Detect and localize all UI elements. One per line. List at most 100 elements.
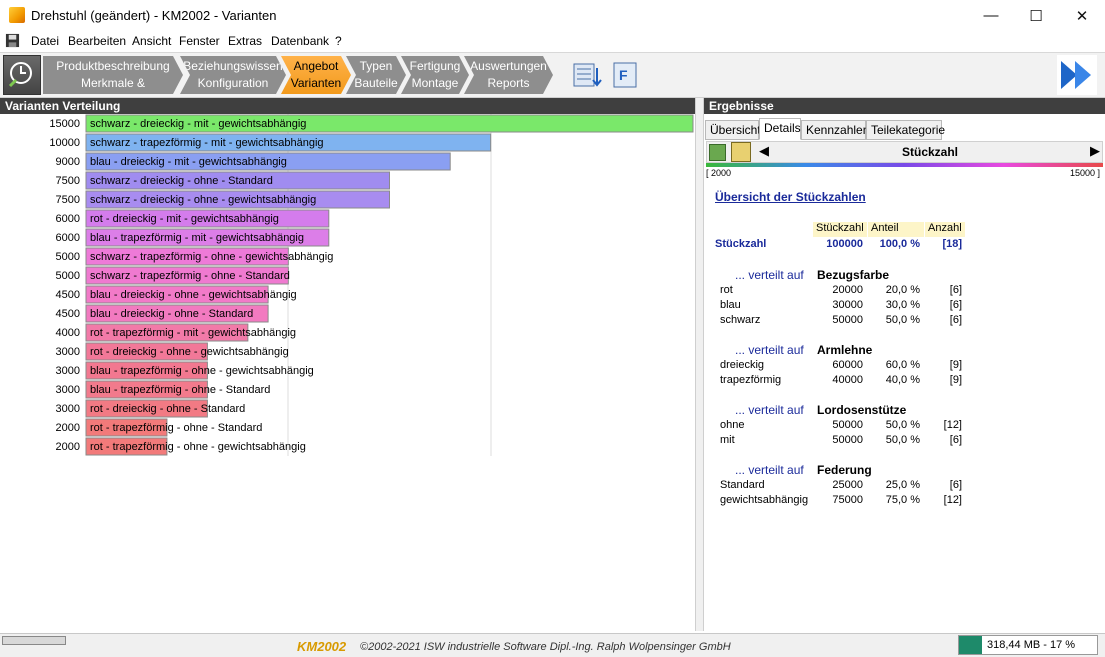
list-export-icon[interactable]: [572, 60, 602, 90]
tab-kennzahlen[interactable]: Kennzahlen: [801, 120, 869, 140]
group-row-count: 40000: [832, 374, 863, 386]
next-metric-icon[interactable]: ▶: [1090, 143, 1100, 159]
bar-value-label: 2000: [56, 441, 80, 453]
group-row-n: [12]: [943, 419, 962, 431]
col-header-stueckzahl: Stückzahl: [813, 222, 867, 237]
bar-value-label: 3000: [56, 365, 80, 377]
document-settings-icon[interactable]: F: [611, 60, 641, 90]
group-row-share: 30,0 %: [885, 299, 920, 311]
bar-category-label: blau - dreieckig - ohne - gewichtsabhäng…: [90, 289, 297, 301]
menu-datei[interactable]: Datei: [31, 34, 59, 48]
bar-value-label: 10000: [49, 137, 80, 149]
bar-value-label: 6000: [56, 213, 80, 225]
bar-category-label: blau - dreieckig - mit - gewichtsabhängi…: [90, 156, 287, 168]
bar-category-label: schwarz - dreieckig - ohne - Standard: [90, 175, 273, 187]
next-step-icon[interactable]: [1057, 55, 1097, 95]
group-row-label: mit: [720, 434, 735, 446]
col-header-anteil: Anteil: [868, 222, 924, 237]
bar-value-label: 5000: [56, 251, 80, 263]
memory-text: 318,44 MB - 17 %: [987, 639, 1076, 651]
group-row-label: rot: [720, 284, 733, 296]
panel-splitter[interactable]: [695, 98, 704, 631]
group-row-share: 50,0 %: [885, 419, 920, 431]
group-row-n: [9]: [949, 374, 962, 386]
menu-extras[interactable]: Extras: [228, 34, 262, 48]
clock-icon[interactable]: [3, 55, 41, 95]
total-share: 100,0 %: [879, 238, 920, 250]
group-row-n: [6]: [949, 284, 962, 296]
app-icon: [9, 7, 25, 23]
tab-uebersicht[interactable]: Übersicht: [705, 120, 761, 140]
group-row-label: gewichtsabhängig: [720, 494, 809, 506]
color-scale-icon[interactable]: [731, 142, 751, 162]
group-name: Armlehne: [817, 343, 873, 357]
group-row-label: ohne: [720, 419, 745, 431]
bar-category-label: blau - dreieckig - ohne - Standard: [90, 308, 253, 320]
menu-datenbank[interactable]: Datenbank: [271, 34, 329, 48]
group-row-label: blau: [720, 299, 741, 311]
step-fertigung[interactable]: Fertigung Montage: [401, 56, 469, 94]
step-sublabel: Bauteile: [354, 76, 398, 90]
menu-fenster[interactable]: Fenster: [179, 34, 220, 48]
bar-category-label: blau - trapezförmig - ohne - gewichtsabh…: [90, 365, 314, 377]
group-row-share: 60,0 %: [885, 359, 920, 371]
bar-value-label: 15000: [49, 118, 80, 130]
tab-details[interactable]: Details: [759, 118, 801, 140]
menu-bearbeiten[interactable]: Bearbeiten: [68, 34, 126, 48]
copyright-text: ©2002-2021 ISW industrielle Software Dip…: [360, 641, 731, 653]
group-row-n: [9]: [949, 359, 962, 371]
step-angebot[interactable]: Angebot Varianten: [281, 56, 351, 94]
step-auswertungen[interactable]: Auswertungen Reports: [464, 56, 553, 94]
step-label: Auswertungen: [470, 59, 547, 73]
svg-text:F: F: [619, 67, 628, 83]
group-row-count: 20000: [832, 284, 863, 296]
horizontal-scrollbar[interactable]: [2, 636, 66, 645]
brand-logo: KM2002: [297, 639, 347, 654]
bar-category-label: schwarz - trapezförmig - mit - gewichtsa…: [90, 137, 324, 149]
group-row-share: 40,0 %: [885, 374, 920, 386]
menu-help[interactable]: ?: [335, 34, 342, 48]
total-count: 100000: [826, 238, 863, 250]
minimize-button[interactable]: —: [968, 0, 1014, 31]
memory-fill: [959, 636, 982, 654]
prev-metric-icon[interactable]: ◀: [759, 143, 769, 159]
export-green-icon[interactable]: [709, 144, 726, 161]
bar-value-label: 4500: [56, 289, 80, 301]
distribution-prefix: ... verteilt auf: [735, 403, 804, 417]
distribution-prefix: ... verteilt auf: [735, 463, 804, 477]
group-row-count: 50000: [832, 314, 863, 326]
step-label: Beziehungswissen: [183, 59, 283, 73]
variants-panel-title: Varianten Verteilung: [0, 98, 695, 114]
step-label: Typen: [359, 59, 393, 73]
step-produktbeschreibung[interactable]: ProduktbeschreibungMerkmale & Ausprägung…: [43, 56, 183, 94]
menu-ansicht[interactable]: Ansicht: [132, 34, 171, 48]
group-row-share: 50,0 %: [885, 314, 920, 326]
group-row-label: dreieckig: [720, 359, 765, 371]
close-button[interactable]: ✕: [1059, 0, 1105, 31]
bar-value-label: 3000: [56, 384, 80, 396]
bar-category-label: rot - trapezförmig - mit - gewichtsabhän…: [90, 327, 296, 339]
step-label: Angebot: [293, 59, 339, 73]
group-row-count: 75000: [832, 494, 863, 506]
maximize-button[interactable]: ☐: [1013, 0, 1059, 31]
group-row-n: [6]: [949, 314, 962, 326]
group-row-count: 50000: [832, 434, 863, 446]
group-row-n: [6]: [949, 299, 962, 311]
results-heading[interactable]: Übersicht der Stückzahlen: [715, 190, 866, 204]
bar-value-label: 4000: [56, 327, 80, 339]
scale-max: 15000 ]: [1070, 168, 1101, 178]
step-sublabel: Montage: [411, 76, 459, 90]
group-row-share: 75,0 %: [885, 494, 920, 506]
group-row-n: [6]: [949, 434, 962, 446]
bar-value-label: 3000: [56, 403, 80, 415]
group-row-count: 25000: [832, 479, 863, 491]
window-title: Drehstuhl (geändert) - KM2002 - Variante…: [31, 8, 277, 23]
step-beziehungswissen[interactable]: Beziehungswissen Konfiguration: [180, 56, 286, 94]
bar-category-label: rot - trapezförmig - ohne - gewichtsabhä…: [90, 441, 306, 453]
bar-value-label: 4500: [56, 308, 80, 320]
group-name: Bezugsfarbe: [817, 268, 890, 282]
save-icon[interactable]: [5, 33, 20, 48]
tab-teilekategorie[interactable]: Teilekategorie: [866, 120, 945, 140]
distribution-prefix: ... verteilt auf: [735, 343, 804, 357]
bar-category-label: schwarz - trapezförmig - ohne - gewichts…: [90, 251, 333, 263]
